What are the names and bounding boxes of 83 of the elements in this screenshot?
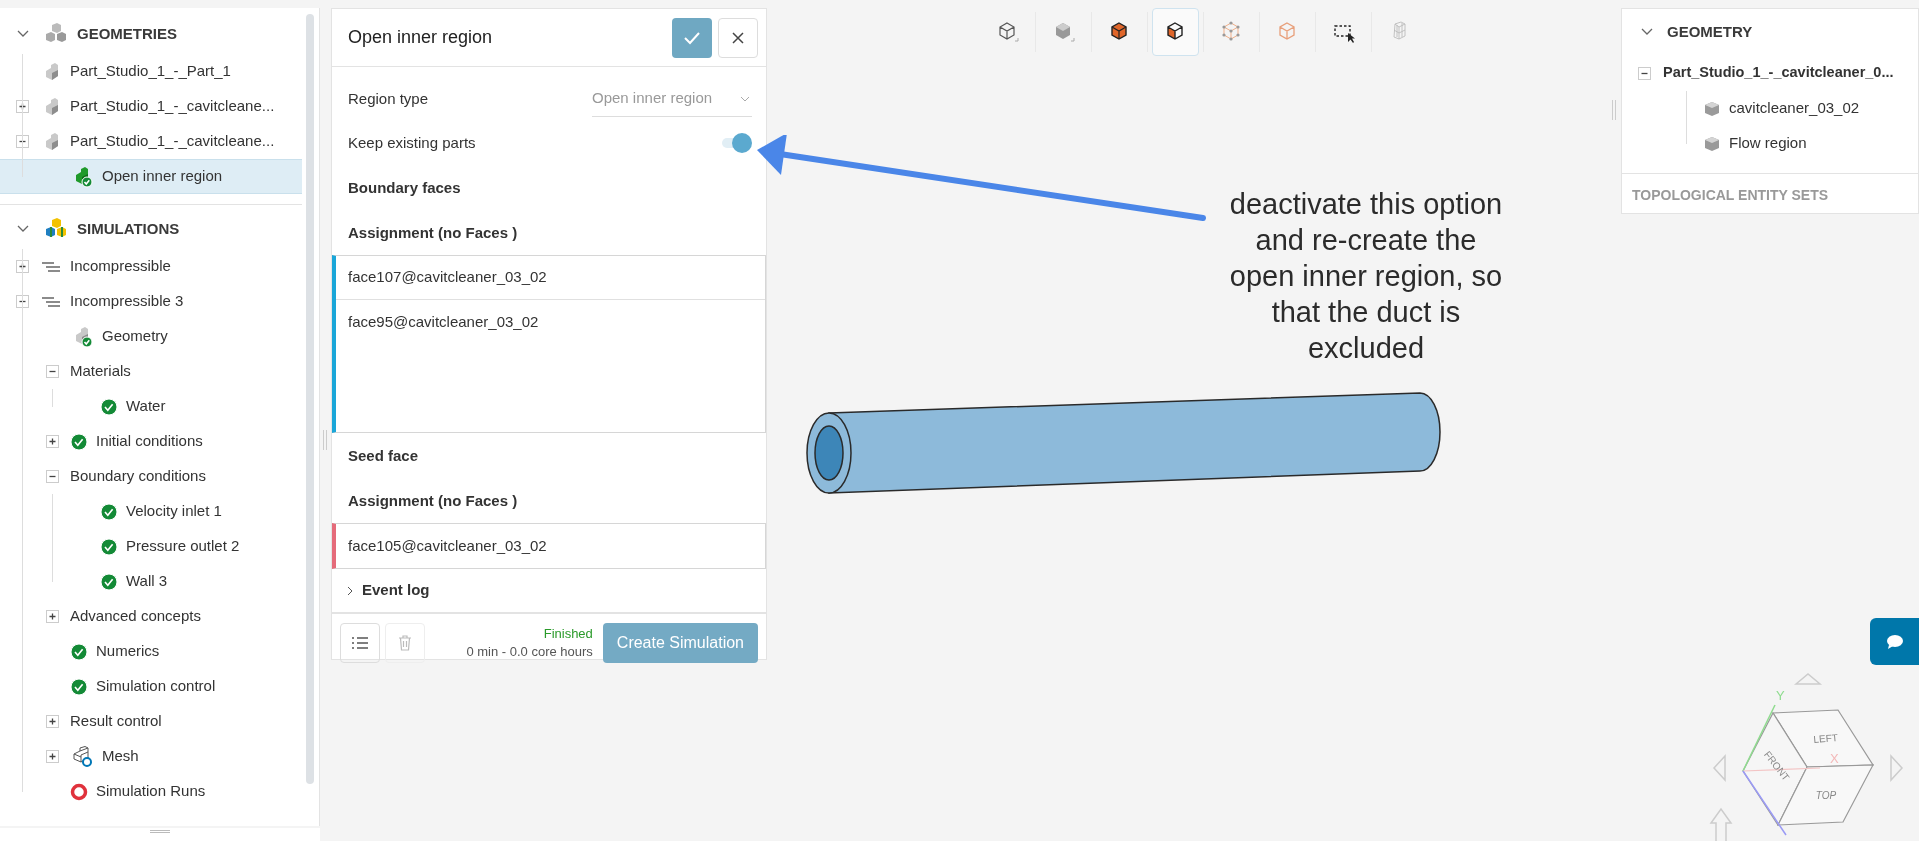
expand-icon[interactable]	[46, 750, 59, 763]
tree-item[interactable]: Simulation control	[0, 669, 302, 704]
dialog-title: Open inner region	[348, 26, 494, 49]
field-label: Keep existing parts	[348, 132, 476, 153]
face-list[interactable]: face107@cavitcleaner_03_02 face95@cavitcleaner_03_02	[332, 255, 766, 433]
check-icon	[70, 642, 88, 661]
confirm-button[interactable]	[672, 17, 712, 58]
expand-icon[interactable]	[46, 610, 59, 623]
tree-item[interactable]: Pressure outlet 2	[0, 529, 302, 564]
face-list-item[interactable]: face107@cavitcleaner_03_02	[336, 256, 765, 300]
expand-icon[interactable]	[46, 715, 59, 728]
tree-item[interactable]: Velocity inlet 1	[0, 494, 302, 529]
tree-item[interactable]: Advanced concepts	[0, 599, 302, 634]
tree-item[interactable]: Result control	[0, 704, 302, 739]
trash-icon	[398, 634, 412, 651]
tree-item[interactable]: Initial conditions	[0, 424, 302, 459]
delete-button[interactable]	[385, 622, 425, 663]
section-heading: Boundary faces	[347, 177, 462, 198]
collapse-icon[interactable]	[46, 470, 59, 483]
axis-label: X	[1830, 751, 1839, 766]
toggle-switch[interactable]	[722, 133, 752, 153]
chat-icon	[1885, 633, 1904, 650]
scrollbar[interactable]	[306, 14, 314, 784]
collapse-icon[interactable]	[46, 365, 59, 378]
axis-label: Y	[1776, 688, 1785, 703]
list-icon	[351, 635, 369, 650]
assignment-label: Assignment (no Faces )	[347, 490, 519, 511]
check-icon	[100, 502, 118, 521]
tree-item[interactable]: Geometry	[0, 319, 302, 354]
section-header[interactable]: GEOMETRIES	[0, 14, 302, 54]
cost-text: 0 min - 0.0 core hours	[466, 642, 593, 661]
tree-item[interactable]: Part_Studio_1_-_cavitcleane...	[0, 89, 302, 124]
ring-icon	[70, 782, 88, 801]
check-icon	[70, 432, 88, 451]
tree-item[interactable]: Simulation Runs	[0, 774, 302, 809]
face-label: TOP	[1815, 790, 1837, 801]
tree-item[interactable]: Incompressible	[0, 249, 302, 284]
tree-item[interactable]: Mesh	[0, 739, 302, 774]
cubes-icon	[43, 23, 69, 45]
tree-item[interactable]: Part_Studio_1_-_Part_1	[0, 54, 302, 89]
face-list-item[interactable]: face95@cavitcleaner_03_02	[336, 300, 765, 344]
close-icon	[732, 31, 744, 44]
check-icon	[100, 397, 118, 416]
tree-item[interactable]: Materials	[0, 354, 302, 389]
check-icon	[100, 537, 118, 556]
status-text: Finished	[543, 624, 593, 643]
tree-item[interactable]: Part_Studio_1_-_cavitcleaner_0...	[1622, 55, 1918, 91]
section-header[interactable]: SIMULATIONS	[0, 209, 302, 249]
event-log-toggle[interactable]: Event log	[332, 569, 766, 613]
check-icon	[683, 30, 701, 45]
resize-handle[interactable]	[150, 830, 170, 833]
chevron-icon	[1640, 27, 1654, 37]
tree-item[interactable]: Wall 3	[0, 564, 302, 599]
face-label: LEFT	[1813, 731, 1839, 746]
close-button[interactable]	[718, 17, 758, 58]
cubes-icon	[43, 218, 69, 240]
tree-item[interactable]: Numerics	[0, 634, 302, 669]
check-icon	[70, 677, 88, 696]
tree-item[interactable]: Open inner region	[0, 159, 302, 194]
assignment-label: Assignment (no Faces )	[347, 222, 519, 243]
collapse-icon[interactable]	[1638, 66, 1651, 80]
tree-item[interactable]: Incompressible 3	[0, 284, 302, 319]
list-lines-icon	[40, 259, 62, 274]
expand-icon[interactable]	[46, 435, 59, 448]
tree-item[interactable]: Flow region	[1622, 126, 1918, 161]
view-mode-button[interactable]	[1152, 8, 1199, 56]
annotation-text: deactivate this option and re-create the open inner region, so that the duct is excluded	[1228, 187, 1504, 366]
field-label: Region type	[348, 88, 429, 109]
section-header[interactable]: GEOMETRY	[1622, 9, 1918, 55]
view-cube-drawing[interactable]	[1742, 709, 1875, 827]
resize-handle[interactable]	[1612, 100, 1616, 120]
chevron-down-icon	[740, 95, 750, 102]
chat-button[interactable]	[1870, 618, 1919, 665]
tree-item[interactable]: Boundary conditions	[0, 459, 302, 494]
list-lines-icon	[40, 294, 62, 309]
tree-item[interactable]: Water	[0, 389, 302, 424]
tree-item[interactable]: Part_Studio_1_-_cavitcleane...	[0, 124, 302, 159]
check-icon	[100, 572, 118, 591]
resize-handle[interactable]	[323, 430, 327, 450]
list-button[interactable]	[340, 622, 380, 663]
tree-item[interactable]: cavitcleaner_03_02	[1622, 91, 1918, 126]
mesh-icon	[70, 745, 94, 768]
section-heading: Seed face	[347, 445, 420, 466]
